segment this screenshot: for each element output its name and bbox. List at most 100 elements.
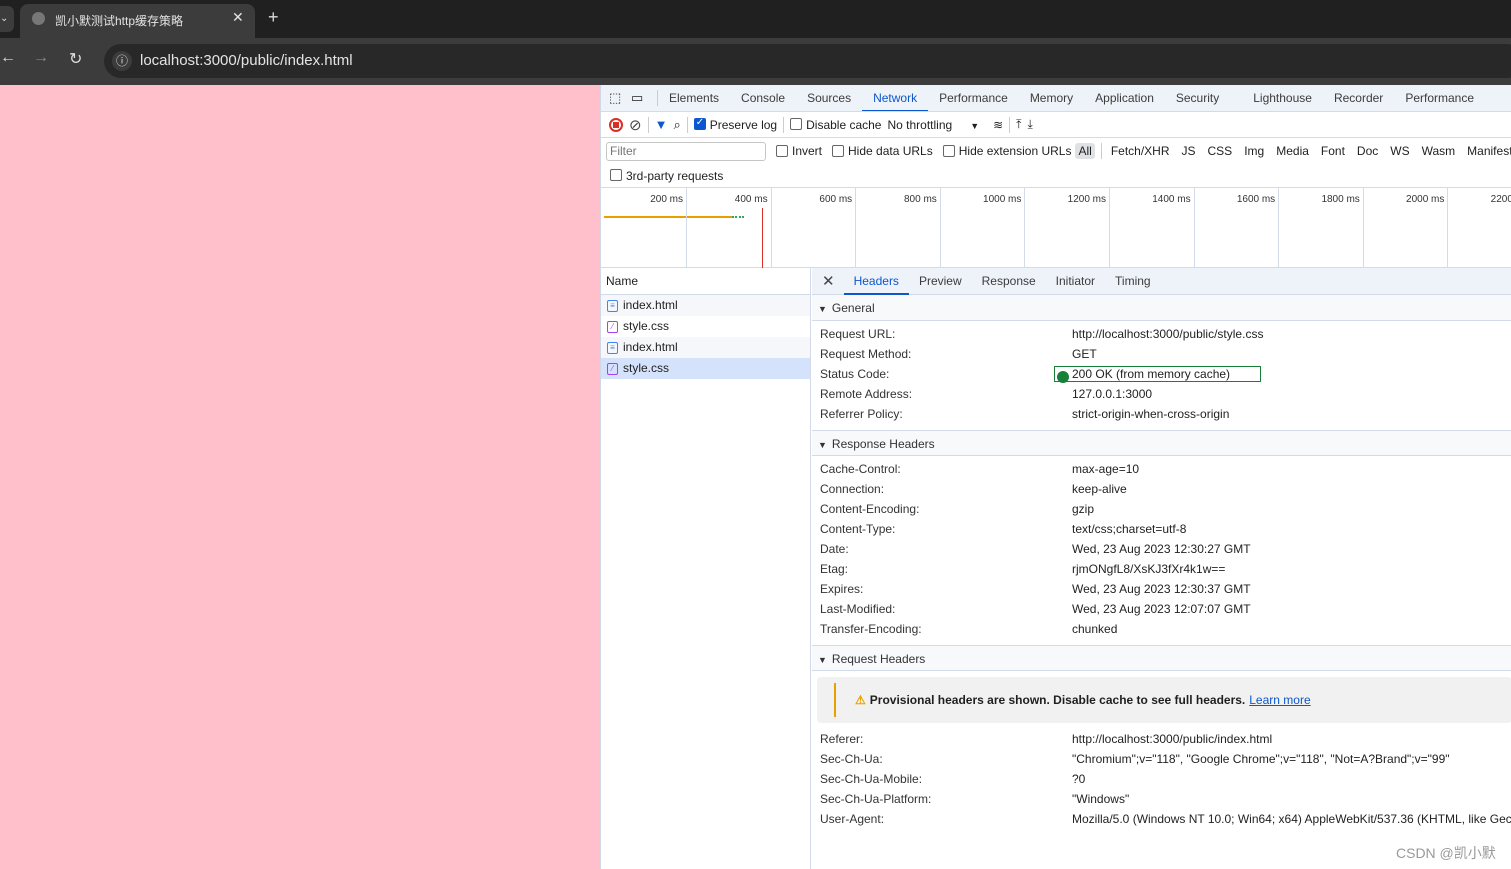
inspect-element-icon[interactable]: ⬚ xyxy=(609,90,631,106)
header-row: Transfer-Encoding: chunked xyxy=(812,619,1511,639)
filter-type-fetch-xhr[interactable]: Fetch/XHR xyxy=(1108,143,1173,159)
tab-console[interactable]: Console xyxy=(730,85,796,111)
import-har-icon[interactable]: ⤒ xyxy=(1016,117,1021,132)
throttling-select[interactable]: No throttling ▼ xyxy=(887,118,979,132)
hide-data-urls-checkbox[interactable]: Hide data URLs xyxy=(832,144,933,158)
header-value[interactable]: 127.0.0.1:3000 xyxy=(1072,384,1152,404)
timeline-gridline xyxy=(855,188,857,268)
hide-data-urls-label: Hide data URLs xyxy=(848,144,933,158)
filter-type-img[interactable]: Img xyxy=(1241,143,1267,159)
forward-icon[interactable]: → xyxy=(33,49,49,67)
browser-tab[interactable]: 凯小默测试http缓存策略 ✕ xyxy=(20,4,255,38)
section-title: Request Headers xyxy=(831,652,926,666)
filter-type-font[interactable]: Font xyxy=(1318,143,1348,159)
search-icon[interactable]: ⌕ xyxy=(673,117,680,133)
timeline-gridline xyxy=(1362,188,1364,268)
request-name: index.html xyxy=(623,298,678,312)
filter-type-manifest[interactable]: Manifest xyxy=(1464,143,1511,159)
header-value[interactable]: gzip xyxy=(1072,499,1094,519)
header-value[interactable]: keep-alive xyxy=(1072,479,1127,499)
request-row[interactable]: ⁄ style.css xyxy=(601,358,810,379)
filter-input[interactable] xyxy=(606,141,766,161)
disable-cache-checkbox[interactable]: Disable cache xyxy=(790,118,881,132)
timeline-overview[interactable]: 200 ms 400 ms 600 ms 800 ms 1000 ms 1200 ms 14… xyxy=(601,187,1511,268)
filter-type-media[interactable]: Media xyxy=(1273,143,1312,159)
site-info-icon[interactable]: ⓘ xyxy=(112,51,132,71)
third-party-row: 3rd-party requests xyxy=(601,164,1511,187)
filter-type-wasm[interactable]: Wasm xyxy=(1419,143,1459,159)
header-row: Sec-Ch-Ua-Platform: "Windows" xyxy=(812,789,1511,809)
tab-search-icon[interactable]: ⌄ xyxy=(0,6,14,32)
details-tab-response[interactable]: Response xyxy=(972,268,1046,295)
css-file-icon: ⁄ xyxy=(607,320,618,333)
timeline-gridline xyxy=(1447,188,1449,268)
tab-memory[interactable]: Memory xyxy=(1019,85,1084,111)
request-row[interactable]: ⁄ style.css xyxy=(601,316,810,337)
export-har-icon[interactable]: ⤓ xyxy=(1027,117,1032,132)
close-tab-icon[interactable]: ✕ xyxy=(232,9,244,26)
reload-icon[interactable]: ↻ xyxy=(69,49,82,69)
tab-network[interactable]: Network xyxy=(862,85,929,111)
clear-icon[interactable]: ⊘ xyxy=(629,116,642,134)
details-tab-preview[interactable]: Preview xyxy=(909,268,972,295)
filter-icon[interactable]: ▼ xyxy=(655,117,668,132)
url-text[interactable]: localhost:3000/public/index.html xyxy=(140,52,353,69)
header-value[interactable]: text/css;charset=utf-8 xyxy=(1072,519,1186,539)
header-value[interactable]: rjmONgfL8/XsKJ3fXr4k1w== xyxy=(1072,559,1225,579)
filter-type-doc[interactable]: Doc xyxy=(1354,143,1381,159)
header-value[interactable]: Wed, 23 Aug 2023 12:07:07 GMT xyxy=(1072,599,1251,619)
header-value[interactable]: Mozilla/5.0 (Windows NT 10.0; Win64; x64… xyxy=(1072,809,1511,829)
tab-performance[interactable]: Performance xyxy=(928,85,1019,111)
request-row[interactable]: ≡ index.html xyxy=(601,337,810,358)
header-value[interactable]: chunked xyxy=(1072,619,1117,639)
status-code-badge[interactable]: 200 OK (from memory cache) xyxy=(1054,364,1262,384)
hide-extension-urls-checkbox[interactable]: Hide extension URLs xyxy=(942,144,1071,158)
header-value[interactable]: http://localhost:3000/public/index.html xyxy=(1072,729,1272,749)
filter-type-css[interactable]: CSS xyxy=(1205,143,1236,159)
section-header-general[interactable]: ▼ General xyxy=(812,295,1511,321)
tab-security[interactable]: Security xyxy=(1165,85,1230,111)
request-row[interactable]: ≡ index.html xyxy=(601,295,810,316)
device-toolbar-icon[interactable]: ▭ xyxy=(631,90,657,106)
tab-lighthouse[interactable]: Lighthouse xyxy=(1242,85,1323,111)
preserve-log-checkbox[interactable]: Preserve log xyxy=(693,117,777,132)
timeline-tick-label: 600 ms xyxy=(819,194,853,205)
tab-sources[interactable]: Sources xyxy=(796,85,862,111)
tab-elements[interactable]: Elements xyxy=(658,85,730,111)
devtools-tabs: ⬚ ▭ Elements Console Sources Network Perform… xyxy=(601,85,1511,112)
section-header-request-headers[interactable]: ▼ Request Headers xyxy=(812,645,1511,671)
network-conditions-icon[interactable]: ≋ xyxy=(993,118,1003,132)
name-column-header[interactable]: Name xyxy=(601,268,810,295)
tab-recorder[interactable]: Recorder xyxy=(1323,85,1394,111)
header-value[interactable]: "Chromium";v="118", "Google Chrome";v="1… xyxy=(1072,749,1450,769)
learn-more-link[interactable]: Learn more xyxy=(1249,693,1310,707)
header-value[interactable]: GET xyxy=(1072,344,1097,364)
record-stop-icon[interactable] xyxy=(609,117,623,132)
provisional-headers-warning: ⚠ Provisional headers are shown. Disable … xyxy=(817,677,1511,723)
header-value[interactable]: ?0 xyxy=(1072,769,1085,789)
header-value[interactable]: Wed, 23 Aug 2023 12:30:37 GMT xyxy=(1072,579,1251,599)
details-tab-headers[interactable]: Headers xyxy=(843,268,909,295)
close-details-icon[interactable]: ✕ xyxy=(812,272,844,290)
header-name: Request Method: xyxy=(820,347,912,361)
filter-type-ws[interactable]: WS xyxy=(1387,143,1412,159)
back-icon[interactable]: ← xyxy=(0,49,16,67)
url-bar[interactable]: ⓘ localhost:3000/public/index.html xyxy=(104,44,1511,78)
css-file-icon: ⁄ xyxy=(607,362,618,375)
invert-checkbox[interactable]: Invert xyxy=(776,144,822,158)
header-value[interactable]: Wed, 23 Aug 2023 12:30:27 GMT xyxy=(1072,539,1251,559)
third-party-checkbox[interactable]: 3rd-party requests xyxy=(610,169,723,183)
new-tab-button[interactable]: + xyxy=(268,7,279,28)
header-value[interactable]: strict-origin-when-cross-origin xyxy=(1072,404,1229,424)
section-title: Response Headers xyxy=(831,437,935,451)
header-value[interactable]: "Windows" xyxy=(1072,789,1129,809)
filter-type-all[interactable]: All xyxy=(1075,143,1095,159)
tab-application[interactable]: Application xyxy=(1084,85,1165,111)
details-tab-timing[interactable]: Timing xyxy=(1105,268,1161,295)
tab-performance[interactable]: Performance xyxy=(1394,85,1485,111)
header-value[interactable]: http://localhost:3000/public/style.css xyxy=(1072,324,1263,344)
filter-type-js[interactable]: JS xyxy=(1179,143,1199,159)
details-tab-initiator[interactable]: Initiator xyxy=(1046,268,1105,295)
section-header-response-headers[interactable]: ▼ Response Headers xyxy=(812,430,1511,456)
header-value[interactable]: max-age=10 xyxy=(1072,459,1139,479)
